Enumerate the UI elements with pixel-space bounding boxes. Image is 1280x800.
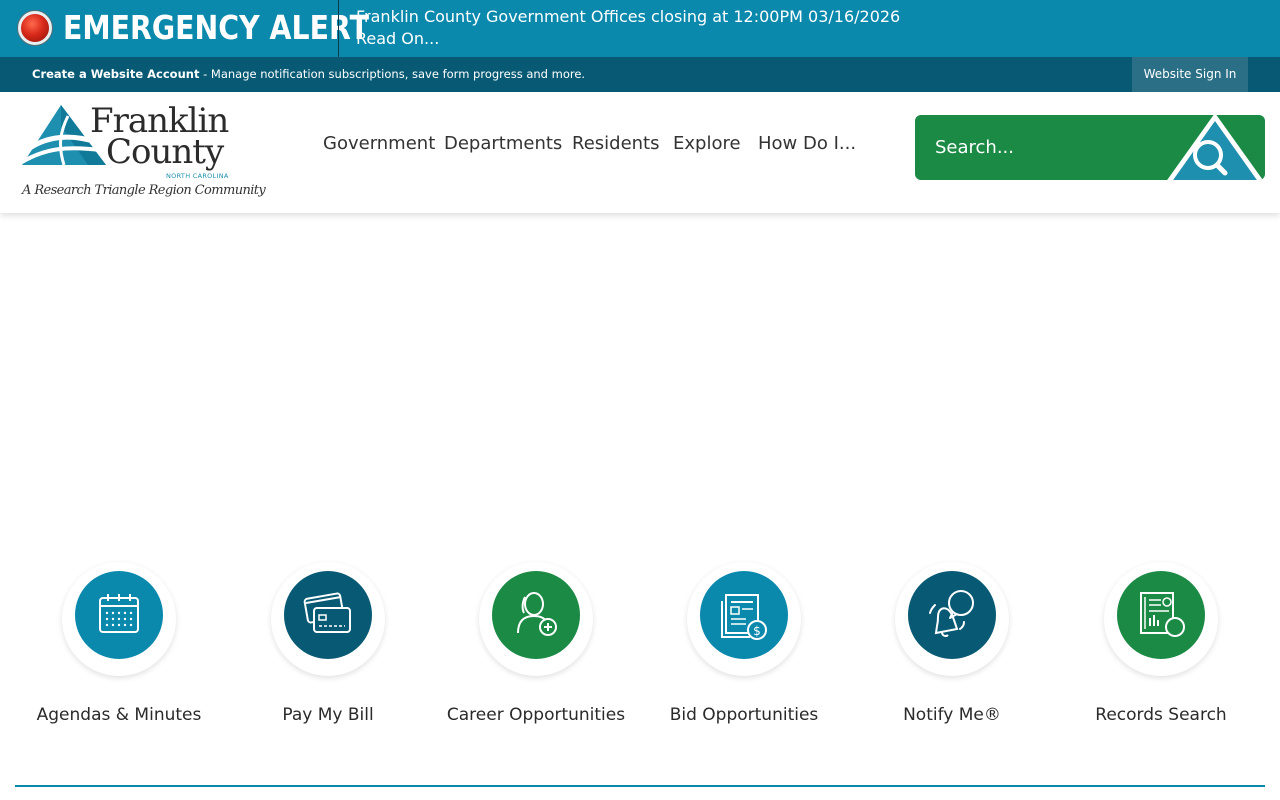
- nav-item-departments[interactable]: Departments: [444, 133, 562, 154]
- account-bar: Create a Website Account - Manage notifi…: [0, 57, 1280, 92]
- nav-item-government[interactable]: Government: [323, 133, 435, 154]
- logo-state: NORTH CAROLINA: [166, 172, 229, 180]
- account-message: Create a Website Account - Manage notifi…: [32, 67, 585, 81]
- quick-link-bids[interactable]: $ Bid Opportunities: [640, 562, 848, 732]
- quick-link-circle: [908, 571, 996, 659]
- quick-link-label[interactable]: Records Search: [1057, 705, 1265, 725]
- site-logo[interactable]: Franklin County NORTH CAROLINA A Researc…: [20, 102, 266, 207]
- nav-item-explore[interactable]: Explore: [673, 133, 741, 154]
- alert-read-on-link[interactable]: Read On...: [356, 28, 900, 50]
- section-divider: [15, 785, 1265, 787]
- alert-divider: [338, 0, 339, 57]
- quick-link-circle: [75, 571, 163, 659]
- bid-document-icon: $: [721, 594, 767, 640]
- sign-in-button[interactable]: Website Sign In: [1132, 57, 1248, 92]
- quick-link-ring: [62, 562, 176, 676]
- quick-link-careers[interactable]: Career Opportunities: [432, 562, 640, 732]
- alert-beacon-icon: [18, 11, 52, 45]
- quick-link-label[interactable]: Pay My Bill: [224, 705, 432, 725]
- notification-bell-icon: [929, 590, 974, 637]
- quick-link-circle: [284, 571, 372, 659]
- quick-link-label[interactable]: Notify Me®: [848, 705, 1056, 725]
- quick-link-circle: [1117, 571, 1205, 659]
- records-document-icon: [1140, 592, 1185, 637]
- search-input[interactable]: [915, 115, 1165, 180]
- quick-link-records[interactable]: Records Search: [1057, 562, 1265, 732]
- quick-link-agendas[interactable]: Agendas & Minutes: [15, 562, 223, 732]
- search-box: [915, 115, 1265, 180]
- quick-link-label[interactable]: Agendas & Minutes: [15, 705, 223, 725]
- quick-link-label[interactable]: Career Opportunities: [432, 705, 640, 725]
- quick-link-circle: $: [700, 571, 788, 659]
- nav-item-how-do-i[interactable]: How Do I...: [758, 133, 856, 154]
- create-account-link[interactable]: Create a Website Account: [32, 67, 199, 81]
- calendar-icon: [99, 594, 139, 633]
- add-person-icon: [517, 592, 557, 636]
- quick-link-circle: [492, 571, 580, 659]
- quick-link-ring: [1104, 562, 1218, 676]
- quick-link-ring: [271, 562, 385, 676]
- credit-card-icon: [303, 592, 351, 633]
- quick-link-pay-bill[interactable]: Pay My Bill: [224, 562, 432, 732]
- quick-link-label[interactable]: Bid Opportunities: [640, 705, 848, 725]
- logo-tagline: A Research Triangle Region Community: [22, 183, 266, 198]
- quick-link-notify-me[interactable]: Notify Me®: [848, 562, 1056, 732]
- search-button[interactable]: [1165, 115, 1265, 180]
- logo-line2: County: [106, 132, 224, 172]
- emergency-alert-bar: EMERGENCY ALERT Franklin County Governme…: [0, 0, 1280, 57]
- svg-text:$: $: [753, 624, 761, 638]
- alert-title: EMERGENCY ALERT: [63, 8, 369, 47]
- quick-link-ring: [479, 562, 593, 676]
- alert-message-block[interactable]: Franklin County Government Offices closi…: [356, 6, 900, 50]
- alert-message[interactable]: Franklin County Government Offices closi…: [356, 6, 900, 28]
- quick-link-ring: $: [687, 562, 801, 676]
- search-icon: [1167, 115, 1263, 180]
- nav-item-residents[interactable]: Residents: [572, 133, 660, 154]
- account-description: - Manage notification subscriptions, sav…: [199, 67, 586, 81]
- quick-link-ring: [895, 562, 1009, 676]
